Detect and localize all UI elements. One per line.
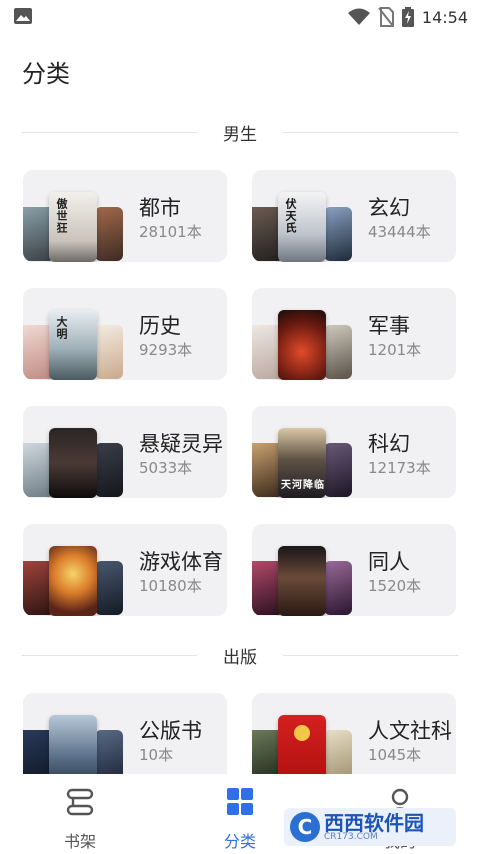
divider bbox=[283, 131, 458, 133]
book-cover bbox=[324, 561, 352, 615]
book-cover bbox=[95, 730, 123, 774]
category-count: 10本 bbox=[139, 746, 174, 764]
book-cover: 大明 bbox=[49, 310, 97, 380]
category-count: 12173本 bbox=[368, 459, 431, 477]
book-cover: 伏天氏 bbox=[278, 192, 326, 262]
book-cover bbox=[49, 546, 97, 616]
category-card-history[interactable]: 大明 历史 9293本 bbox=[23, 288, 227, 380]
book-cover bbox=[49, 715, 97, 774]
battery-charging-icon bbox=[401, 7, 414, 27]
image-icon bbox=[14, 8, 32, 24]
category-count: 5033本 bbox=[139, 459, 193, 477]
category-name: 军事 bbox=[368, 314, 410, 338]
book-cover bbox=[95, 443, 123, 497]
watermark: C 西西软件园 CR173.COM bbox=[284, 808, 456, 846]
watermark-logo-icon: C bbox=[290, 812, 320, 842]
category-card-public-domain[interactable]: 公版书 10本 bbox=[23, 693, 227, 774]
book-cover bbox=[324, 730, 352, 774]
book-cover bbox=[49, 428, 97, 498]
book-cover: 傲世狂 bbox=[49, 192, 97, 262]
category-card-mystery[interactable]: 悬疑灵异 5033本 bbox=[23, 406, 227, 498]
emblem-icon bbox=[294, 725, 310, 741]
section-header-publishing: 出版 bbox=[22, 643, 458, 668]
category-count: 10180本 bbox=[139, 577, 202, 595]
cover-title: 大明 bbox=[55, 316, 68, 340]
book-cover bbox=[324, 207, 352, 261]
category-name: 公版书 bbox=[139, 719, 202, 743]
category-name: 人文社科 bbox=[368, 719, 452, 743]
category-name: 科幻 bbox=[368, 432, 410, 456]
category-count: 1201本 bbox=[368, 341, 422, 359]
category-card-scifi[interactable]: 天河降临 科幻 12173本 bbox=[252, 406, 456, 498]
book-cover bbox=[278, 546, 326, 616]
no-sim-icon bbox=[378, 7, 394, 27]
category-card-fantasy[interactable]: 伏天氏 玄幻 43444本 bbox=[252, 170, 456, 262]
category-card-urban[interactable]: 傲世狂 都市 28101本 bbox=[23, 170, 227, 262]
divider bbox=[22, 131, 197, 133]
nav-label: 书架 bbox=[63, 832, 96, 851]
grid-icon bbox=[227, 788, 253, 815]
category-name: 都市 bbox=[139, 196, 181, 220]
category-count: 9293本 bbox=[139, 341, 193, 359]
book-cover bbox=[324, 325, 352, 379]
watermark-text: 西西软件园 bbox=[324, 810, 424, 835]
category-name: 游戏体育 bbox=[139, 550, 223, 574]
bookshelf-icon bbox=[66, 788, 94, 816]
book-cover bbox=[324, 443, 352, 497]
category-count: 1045本 bbox=[368, 746, 422, 764]
category-card-military[interactable]: 军事 1201本 bbox=[252, 288, 456, 380]
category-count: 43444本 bbox=[368, 223, 431, 241]
category-card-humanities[interactable]: 人文社科 1045本 bbox=[252, 693, 456, 774]
category-name: 历史 bbox=[139, 314, 181, 338]
cover-title: 傲世狂 bbox=[55, 198, 68, 234]
cover-title: 天河降临 bbox=[281, 480, 325, 491]
book-cover bbox=[95, 325, 123, 379]
wifi-icon bbox=[347, 8, 370, 25]
nav-category[interactable]: 分类 bbox=[190, 788, 290, 852]
category-card-gaming-sports[interactable]: 游戏体育 10180本 bbox=[23, 524, 227, 616]
book-cover bbox=[95, 207, 123, 261]
book-cover bbox=[95, 561, 123, 615]
category-card-fanfiction[interactable]: 同人 1520本 bbox=[252, 524, 456, 616]
page-title: 分类 bbox=[22, 60, 70, 88]
section-title: 男生 bbox=[223, 124, 257, 145]
status-bar: 14:54 bbox=[0, 0, 480, 34]
book-cover: 天河降临 bbox=[278, 428, 326, 498]
section-title: 出版 bbox=[223, 647, 257, 668]
status-time: 14:54 bbox=[421, 7, 468, 27]
divider bbox=[283, 654, 458, 656]
category-name: 玄幻 bbox=[368, 196, 410, 220]
nav-label: 分类 bbox=[223, 832, 256, 851]
book-cover bbox=[278, 715, 326, 774]
book-cover bbox=[278, 310, 326, 380]
category-count: 28101本 bbox=[139, 223, 202, 241]
category-name: 同人 bbox=[368, 550, 410, 574]
nav-bookshelf[interactable]: 书架 bbox=[30, 788, 130, 852]
category-count: 1520本 bbox=[368, 577, 422, 595]
cover-title: 伏天氏 bbox=[284, 198, 297, 234]
section-header-male: 男生 bbox=[22, 120, 458, 145]
category-name: 悬疑灵异 bbox=[139, 432, 223, 456]
divider bbox=[22, 654, 197, 656]
